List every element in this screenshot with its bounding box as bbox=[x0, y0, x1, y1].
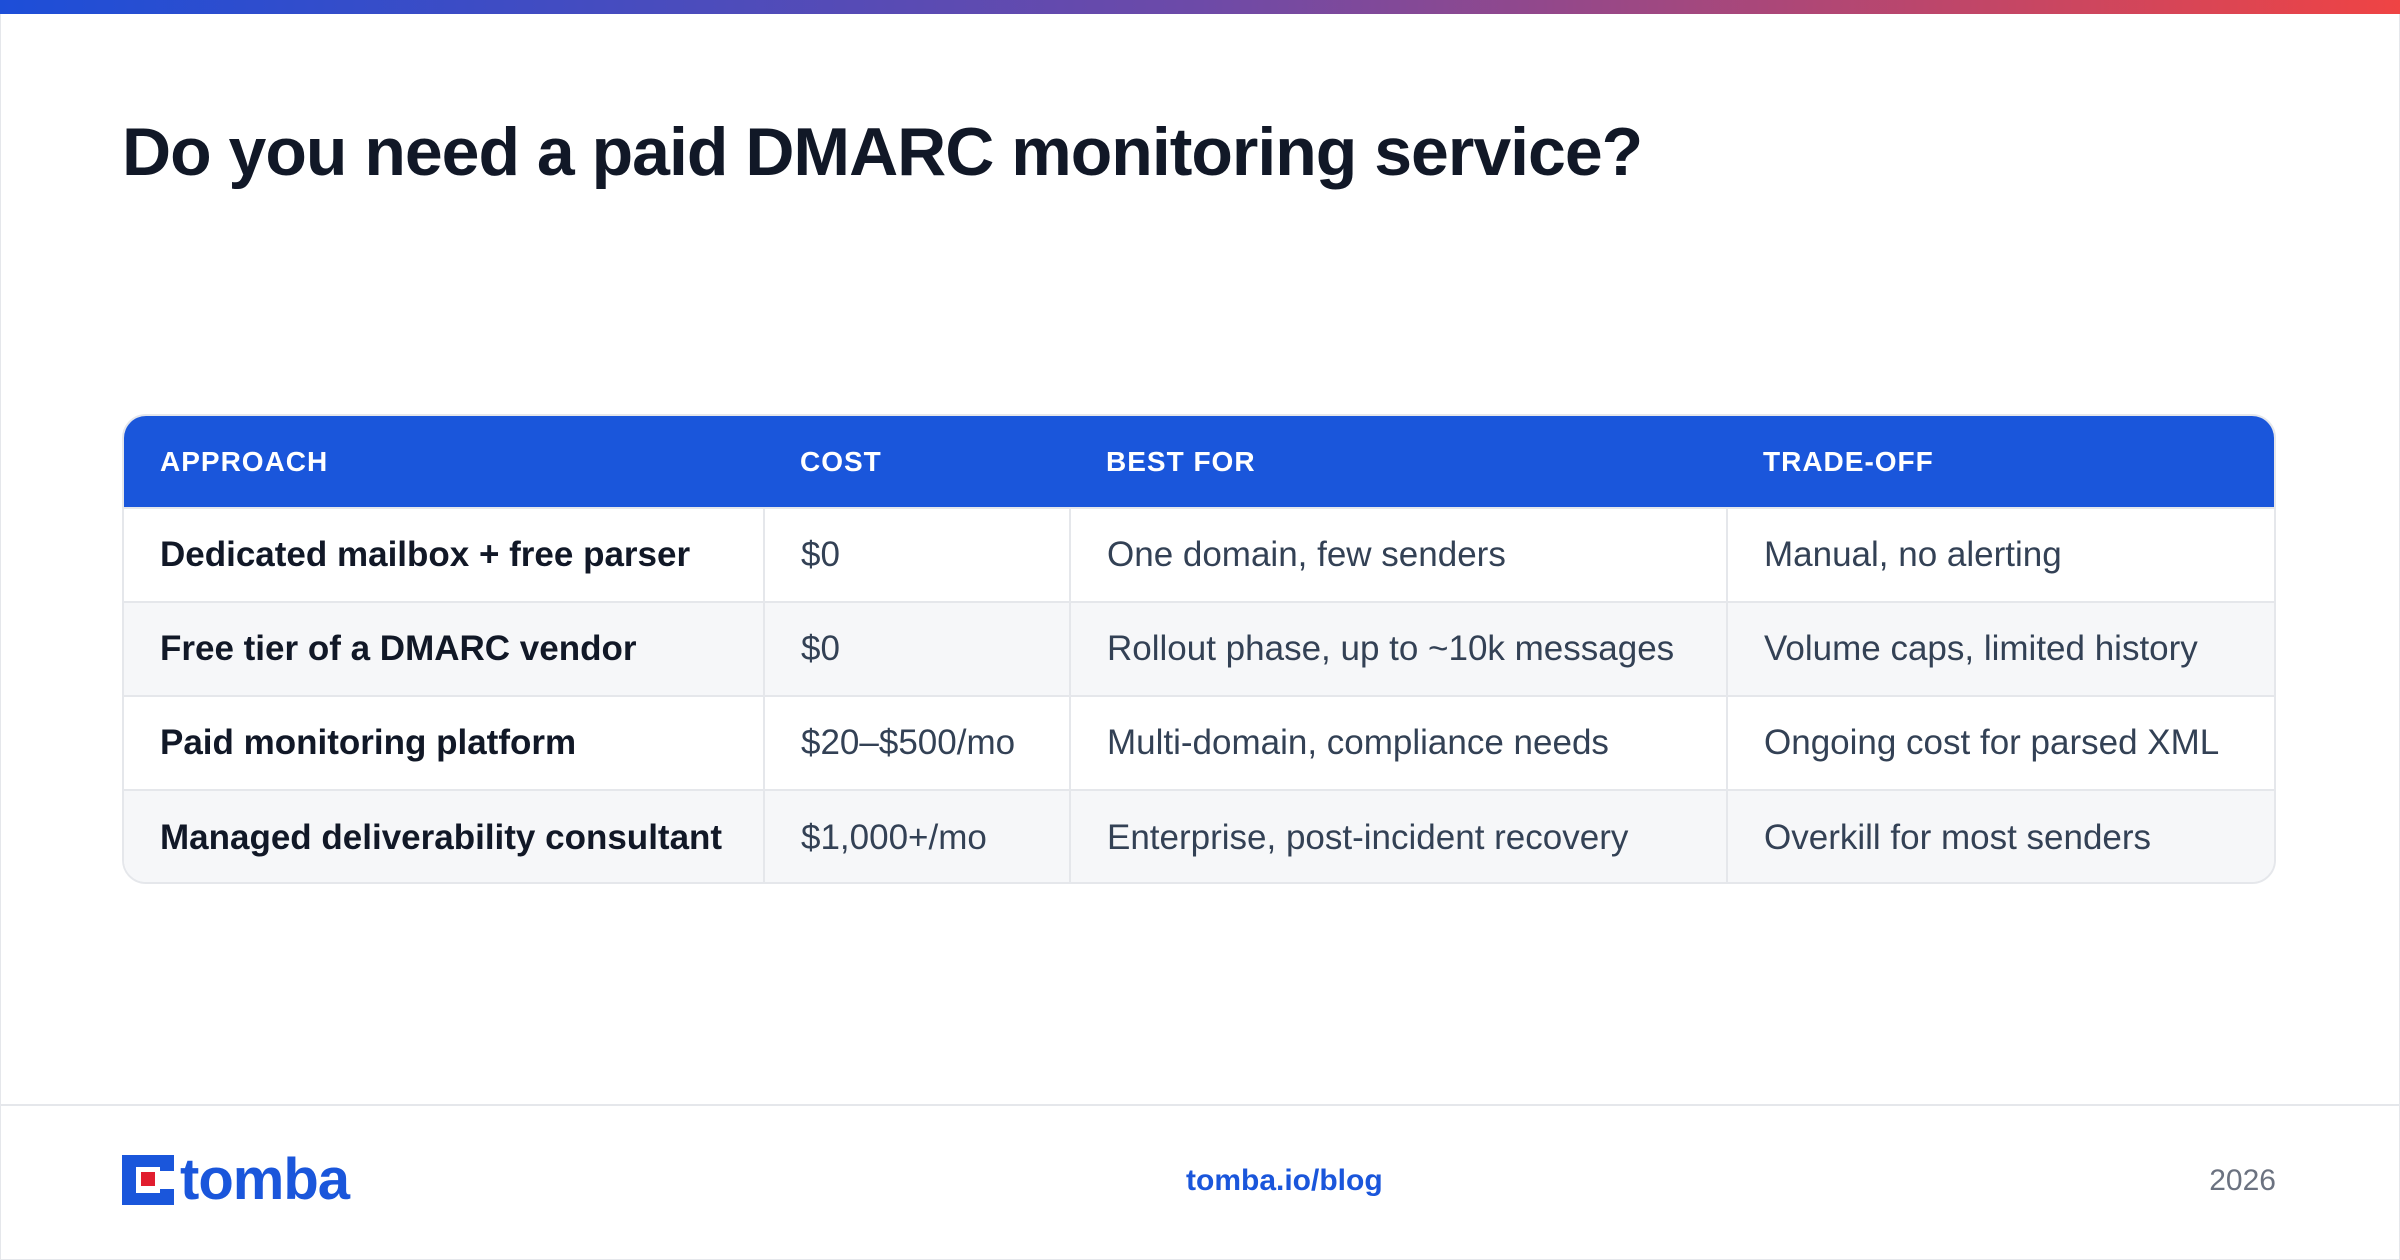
table-row: Paid monitoring platform $20–$500/mo Mul… bbox=[124, 695, 2274, 790]
cell-cost: $0 bbox=[763, 601, 1070, 696]
cell-trade-off: Ongoing cost for parsed XML bbox=[1726, 695, 2274, 790]
cell-best-for: One domain, few senders bbox=[1069, 507, 1727, 602]
footer-divider bbox=[0, 1104, 2400, 1106]
cell-trade-off: Manual, no alerting bbox=[1726, 507, 2274, 602]
page-title: Do you need a paid DMARC monitoring serv… bbox=[122, 114, 1643, 190]
cell-cost: $0 bbox=[763, 507, 1070, 602]
tomba-logo[interactable]: tomba bbox=[122, 1147, 350, 1212]
cell-cost: $1,000+/mo bbox=[763, 789, 1070, 882]
cell-best-for: Multi-domain, compliance needs bbox=[1069, 695, 1727, 790]
cell-cost: $20–$500/mo bbox=[763, 695, 1070, 790]
table-row: Dedicated mailbox + free parser $0 One d… bbox=[124, 507, 2274, 602]
cell-approach: Dedicated mailbox + free parser bbox=[124, 507, 764, 602]
footer-year: 2026 bbox=[2209, 1164, 2276, 1197]
cell-approach: Free tier of a DMARC vendor bbox=[124, 601, 764, 696]
tomba-logo-icon bbox=[122, 1155, 174, 1205]
cell-best-for: Enterprise, post-incident recovery bbox=[1069, 789, 1727, 882]
table-header-row: APPROACH COST BEST FOR TRADE-OFF bbox=[124, 416, 2274, 508]
table-row: Managed deliverability consultant $1,000… bbox=[124, 789, 2274, 882]
comparison-table: APPROACH COST BEST FOR TRADE-OFF Dedicat… bbox=[122, 414, 2276, 884]
cell-trade-off: Volume caps, limited history bbox=[1726, 601, 2274, 696]
cell-approach: Paid monitoring platform bbox=[124, 695, 764, 790]
cell-best-for: Rollout phase, up to ~10k messages bbox=[1069, 601, 1727, 696]
blog-link[interactable]: tomba.io/blog bbox=[1186, 1164, 1383, 1198]
cell-approach: Managed deliverability consultant bbox=[124, 789, 764, 882]
logo-wordmark: tomba bbox=[180, 1147, 350, 1212]
gradient-top-bar bbox=[0, 0, 2400, 14]
cell-trade-off: Overkill for most senders bbox=[1726, 789, 2274, 882]
table-row: Free tier of a DMARC vendor $0 Rollout p… bbox=[124, 601, 2274, 696]
header-best-for: BEST FOR bbox=[1106, 445, 1256, 477]
header-cost: COST bbox=[800, 445, 882, 477]
header-approach: APPROACH bbox=[160, 445, 329, 477]
header-trade-off: TRADE-OFF bbox=[1763, 445, 1934, 477]
